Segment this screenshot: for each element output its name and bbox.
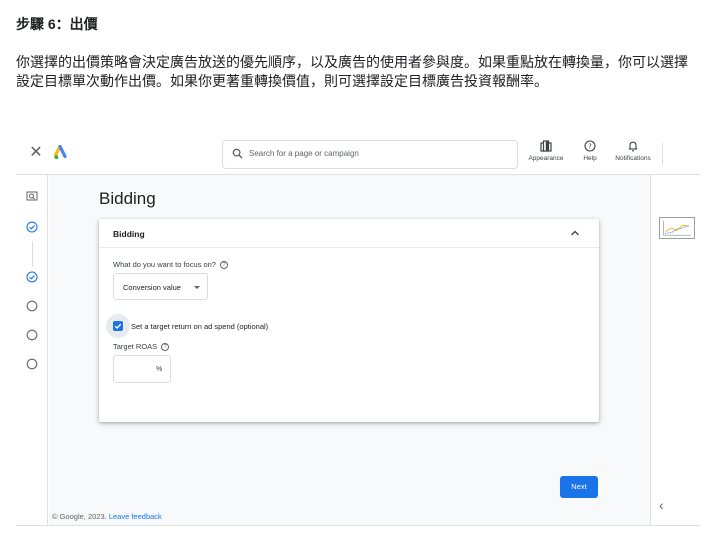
help-label: Help: [583, 155, 597, 162]
roas-label: Target ROAS?: [113, 342, 170, 352]
step-complete-icon[interactable]: [26, 271, 38, 283]
focus-select-value: Conversion value: [123, 283, 181, 292]
google-ads-logo[interactable]: [54, 145, 70, 161]
leave-feedback-link[interactable]: Leave feedback: [109, 512, 162, 521]
step-rail: [16, 175, 48, 525]
search-icon: [232, 148, 243, 159]
help-icon: ?: [584, 140, 596, 152]
step-title: 步驟 6：出價: [16, 16, 98, 32]
search-placeholder: Search for a page or campaign: [249, 149, 359, 158]
bell-icon: [628, 141, 638, 152]
copyright-text: © Google, 2023.: [52, 512, 107, 521]
checkmark-icon: [114, 323, 122, 329]
roas-label-text: Target ROAS: [113, 342, 158, 351]
step-description: 你選擇的出價策略會決定廣告放送的優先順序，以及廣告的使用者參與度。如果重點放在轉…: [16, 55, 688, 90]
step-pending-icon[interactable]: [26, 358, 38, 370]
help-button[interactable]: ? Help: [579, 140, 601, 162]
google-ads-window: ✕ Search for a page or campaign Appearan…: [16, 133, 700, 526]
step-complete-icon[interactable]: [26, 221, 38, 233]
chart-thumbnail-icon[interactable]: [659, 217, 695, 239]
target-roas-checkbox[interactable]: [113, 321, 123, 331]
notifications-label: Notifications: [615, 155, 651, 162]
step-pending-icon[interactable]: [26, 300, 38, 312]
toolbar-divider: [662, 143, 663, 165]
next-button[interactable]: Next: [560, 476, 598, 498]
notifications-button[interactable]: Notifications: [610, 140, 656, 162]
target-roas-checkbox-label[interactable]: Set a target return on ad spend (optiona…: [131, 322, 268, 331]
step-connector: [32, 241, 33, 267]
focus-question-text: What do you want to focus on?: [113, 260, 216, 269]
help-icon[interactable]: ?: [161, 343, 170, 352]
appearance-icon: [540, 140, 552, 152]
search-bar[interactable]: Search for a page or campaign: [222, 140, 518, 169]
chevron-up-icon[interactable]: [569, 227, 581, 239]
card-title: Bidding: [113, 229, 145, 239]
page-title: Bidding: [99, 189, 156, 208]
main-content: Bidding Bidding What do you want to focu…: [49, 175, 650, 525]
bidding-card: Bidding What do you want to focus on?? C…: [99, 219, 599, 422]
svg-text:?: ?: [588, 143, 592, 151]
preview-icon[interactable]: [26, 190, 38, 202]
help-icon[interactable]: ?: [219, 261, 228, 270]
target-roas-input[interactable]: %: [113, 355, 171, 383]
appearance-label: Appearance: [528, 155, 564, 162]
chevron-left-icon[interactable]: ‹: [659, 497, 664, 513]
top-bar: ✕ Search for a page or campaign Appearan…: [16, 133, 700, 175]
focus-question: What do you want to focus on??: [113, 260, 228, 270]
right-panel: ‹: [650, 175, 700, 525]
caret-down-icon: [194, 286, 200, 289]
card-header[interactable]: Bidding: [99, 219, 599, 248]
close-icon[interactable]: ✕: [26, 143, 46, 163]
focus-select[interactable]: Conversion value: [113, 273, 208, 300]
appearance-button[interactable]: Appearance: [524, 140, 568, 162]
footer: © Google, 2023. Leave feedback: [52, 512, 162, 521]
roas-unit: %: [156, 366, 163, 373]
step-pending-icon[interactable]: [26, 329, 38, 341]
